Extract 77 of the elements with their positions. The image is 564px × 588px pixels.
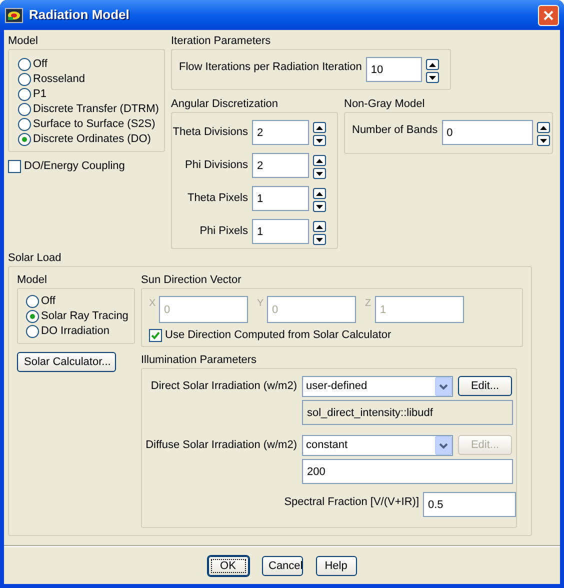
up-triangle-icon	[315, 156, 324, 164]
group-title: Model	[17, 274, 48, 287]
input-field[interactable]: 0	[442, 120, 533, 145]
up-triangle-icon	[315, 124, 324, 132]
field-label: Phi Pixels	[198, 224, 249, 239]
input-field[interactable]: 1	[252, 219, 309, 244]
push-button[interactable]: Edit...	[458, 376, 512, 396]
spin-down-button[interactable]	[313, 234, 326, 245]
down-triangle-icon	[538, 136, 548, 144]
up-triangle-icon	[538, 124, 548, 132]
radio-option[interactable]: Discrete Transfer (DTRM)	[18, 102, 164, 117]
spin-down-button[interactable]	[426, 72, 439, 83]
spin-up-button[interactable]	[313, 122, 326, 133]
spin-down-button[interactable]	[536, 135, 550, 146]
spin-down-button[interactable]	[313, 201, 326, 212]
down-triangle-icon	[315, 136, 324, 144]
spin-up-button[interactable]	[313, 188, 326, 199]
radio-option[interactable]: Off	[26, 294, 134, 309]
input-field[interactable]: 10	[366, 57, 422, 82]
down-triangle-icon	[315, 202, 324, 210]
checkbox-option[interactable]: Use Direction Computed from Solar Calculator	[149, 328, 522, 342]
axis-label: Z	[365, 297, 372, 311]
push-button[interactable]: Help	[316, 556, 356, 576]
group-title: Solar Load	[8, 252, 62, 265]
window-title: Radiation Model	[29, 6, 130, 24]
radio-option[interactable]: Discrete Ordinates (DO)	[18, 132, 164, 147]
input-field[interactable]: 200	[302, 459, 513, 484]
field-label: Flow Iterations per Radiation Iteration	[179, 60, 362, 75]
axis-label: Y	[257, 297, 265, 311]
app-icon	[5, 8, 23, 22]
spin-down-button[interactable]	[313, 135, 326, 146]
close-icon	[543, 10, 554, 20]
field-label: Theta Pixels	[186, 191, 249, 206]
push-button[interactable]: Solar Calculator...	[17, 352, 116, 372]
chevron-down-icon	[435, 436, 452, 455]
input-field[interactable]: sol_direct_intensity::libudf	[302, 400, 513, 425]
up-triangle-icon	[428, 60, 437, 68]
spin-up-button[interactable]	[426, 59, 439, 70]
checkbox-option[interactable]: DO/Energy Coupling	[8, 159, 165, 173]
up-triangle-icon	[315, 222, 324, 230]
down-triangle-icon	[315, 236, 324, 244]
spin-up-button[interactable]	[313, 155, 326, 166]
input-field[interactable]: 1	[252, 186, 309, 211]
radio-option[interactable]: DO Irradiation	[26, 324, 134, 339]
input-field[interactable]: 2	[252, 153, 309, 178]
push-button[interactable]: OK	[208, 556, 248, 576]
radio-option[interactable]: P1	[18, 87, 164, 102]
radio-option[interactable]: Surface to Surface (S2S)	[18, 117, 164, 132]
spin-down-button[interactable]	[313, 168, 326, 179]
chevron-down-icon	[435, 377, 452, 396]
radio-option[interactable]: Off	[18, 57, 164, 72]
radio-option[interactable]: Rosseland	[18, 72, 164, 87]
down-triangle-icon	[315, 170, 324, 178]
group-title: Iteration Parameters	[171, 35, 272, 48]
group-title: Illumination Parameters	[141, 354, 258, 367]
axis-label: X	[149, 297, 157, 311]
push-button[interactable]: Cancel	[262, 556, 302, 576]
group-title: Angular Discretization	[171, 98, 279, 111]
field-label: Theta Divisions	[172, 125, 249, 140]
field-label: Number of Bands	[352, 123, 438, 138]
group-title: Non-Gray Model	[344, 98, 426, 111]
group-title: Model	[8, 35, 39, 48]
spin-up-button[interactable]	[536, 122, 550, 133]
group-title: Sun Direction Vector	[141, 274, 242, 287]
radio-option[interactable]: Solar Ray Tracing	[26, 309, 134, 324]
input-field[interactable]: 0.5	[423, 492, 516, 517]
dropdown[interactable]: constant	[302, 435, 453, 456]
up-triangle-icon	[315, 190, 324, 198]
field-label: Direct Solar Irradiation (w/m2)	[150, 379, 298, 394]
down-triangle-icon	[428, 74, 437, 82]
field-label: Diffuse Solar Irradiation (w/m2)	[144, 438, 298, 453]
close-button[interactable]	[538, 4, 559, 26]
field-label: Phi Divisions	[184, 158, 249, 173]
spin-up-button[interactable]	[313, 221, 326, 232]
field-label: Spectral Fraction [V/(V+IR)]	[283, 495, 420, 510]
dropdown[interactable]: user-defined	[302, 376, 453, 397]
input-field[interactable]: 2	[252, 120, 309, 145]
